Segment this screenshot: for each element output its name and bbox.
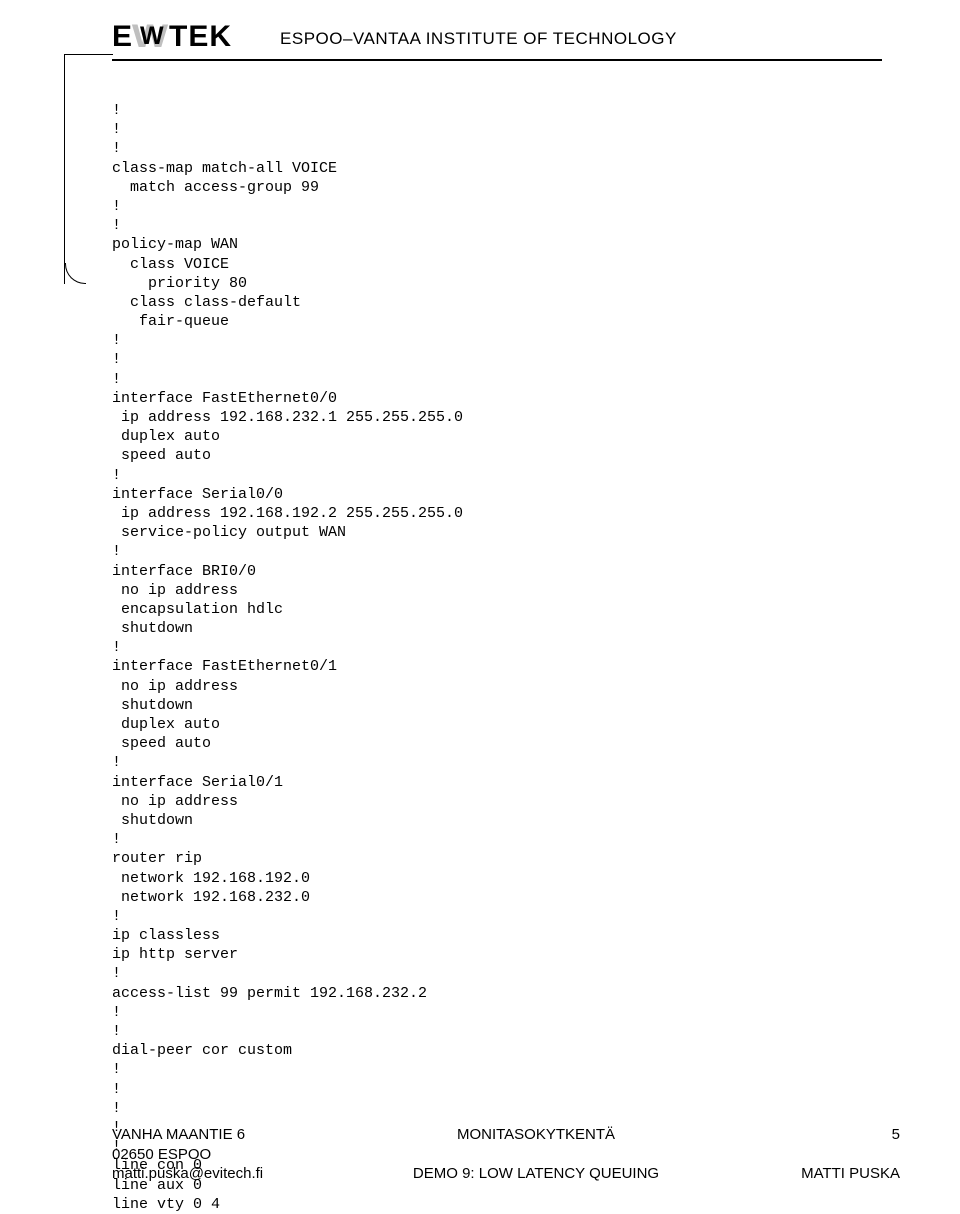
logo: E W W TEK (112, 18, 232, 55)
content-area: ! ! ! class-map match-all VOICE match ac… (0, 61, 960, 1214)
logo-w-front: W (140, 22, 165, 51)
side-margin-rule (64, 54, 66, 284)
footer-address-line1: VANHA MAANTIE 6 (112, 1125, 352, 1145)
logo-letter-tek: TEK (169, 20, 232, 54)
config-listing: ! ! ! class-map match-all VOICE match ac… (112, 101, 900, 1214)
footer-row-2: 02650 ESPOO (112, 1145, 900, 1165)
logo-letter-w: W W (133, 18, 169, 55)
footer-blank-right (720, 1145, 900, 1165)
header-row: E W W TEK ESPOO–VANTAA INSTITUTE OF TECH… (112, 18, 900, 55)
header-rule (112, 59, 882, 61)
footer-author: MATTI PUSKA (720, 1164, 900, 1184)
footer-doc-subtitle: DEMO 9: LOW LATENCY QUEUING (352, 1164, 720, 1184)
footer-address-line2: 02650 ESPOO (112, 1145, 352, 1165)
institute-name: ESPOO–VANTAA INSTITUTE OF TECHNOLOGY (280, 29, 677, 49)
logo-letter-e: E (112, 20, 133, 54)
page-header: E W W TEK ESPOO–VANTAA INSTITUTE OF TECH… (0, 0, 960, 61)
footer-page-number: 5 (720, 1125, 900, 1145)
footer-blank-center (352, 1145, 720, 1165)
footer-email: matti.puska@evitech.fi (112, 1164, 352, 1184)
footer-row-1: VANHA MAANTIE 6 MONITASOKYTKENTÄ 5 (112, 1125, 900, 1145)
footer-doc-title: MONITASOKYTKENTÄ (352, 1125, 720, 1145)
footer-row-3: matti.puska@evitech.fi DEMO 9: LOW LATEN… (112, 1164, 900, 1184)
page: E W W TEK ESPOO–VANTAA INSTITUTE OF TECH… (0, 0, 960, 1214)
page-footer: VANHA MAANTIE 6 MONITASOKYTKENTÄ 5 02650… (112, 1125, 900, 1184)
